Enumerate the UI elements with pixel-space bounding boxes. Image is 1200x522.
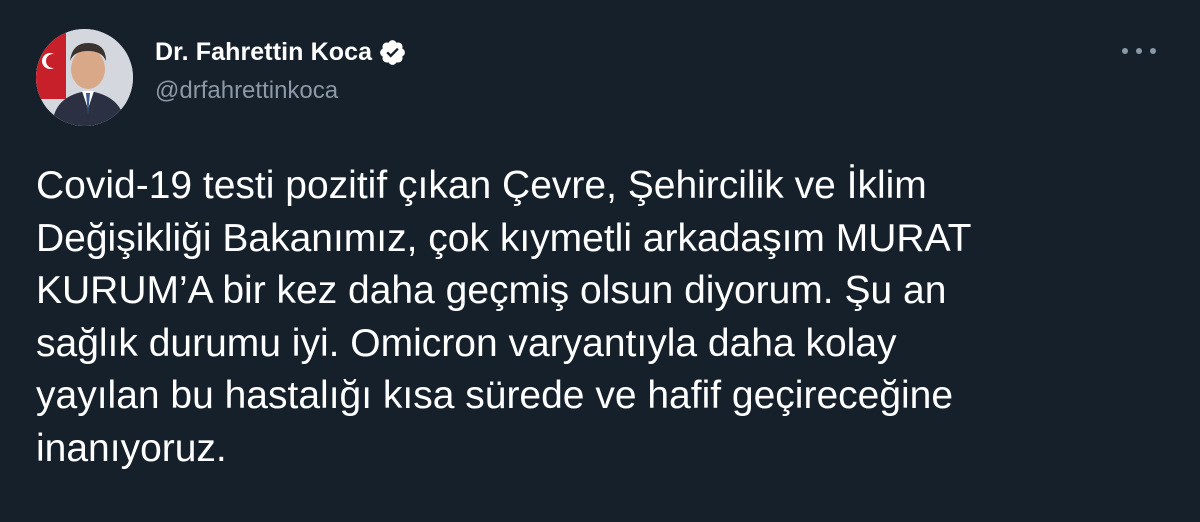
tweet-text-line: inanıyoruz. — [36, 426, 227, 470]
more-horizontal-icon[interactable] — [1122, 39, 1156, 63]
author-display-name[interactable]: Dr. Fahrettin Koca — [155, 38, 372, 67]
tweet-text: Covid-19 testi pozitif çıkan Çevre, Şehi… — [36, 160, 1176, 475]
author-handle[interactable]: @drfahrettinkoca — [155, 77, 407, 105]
tweet-text-line: KURUM’A bir kez daha geçmiş olsun diyoru… — [36, 269, 947, 312]
more-dot — [1122, 48, 1128, 54]
tweet-text-line: Değişikliği Bakanımız, çok kıymetli arka… — [36, 216, 972, 260]
avatar-image — [36, 29, 133, 126]
tweet-text-line: yayılan bu hastalığı kısa sürede ve hafi… — [36, 374, 954, 417]
name-row: Dr. Fahrettin Koca — [155, 36, 407, 68]
verified-badge-icon — [378, 38, 407, 67]
tweet-card: Dr. Fahrettin Koca @drfahrettinkoca Covi… — [0, 0, 1200, 522]
more-dot — [1136, 48, 1142, 54]
more-dot — [1150, 48, 1156, 54]
tweet-text-line: Covid-19 testi pozitif çıkan Çevre, Şehi… — [36, 164, 927, 207]
author-info: Dr. Fahrettin Koca @drfahrettinkoca — [155, 36, 407, 105]
tweet-text-line: sağlık durumu iyi. Omicron varyantıyla d… — [36, 321, 897, 365]
avatar[interactable] — [36, 29, 133, 126]
